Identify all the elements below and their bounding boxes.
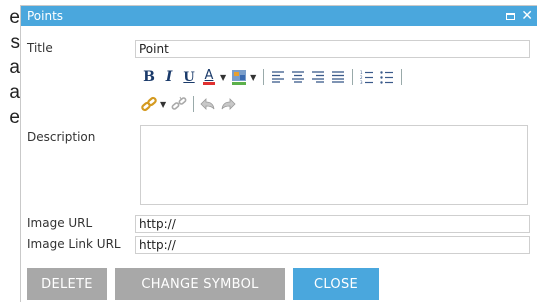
close-icon[interactable]: ✕: [521, 9, 533, 23]
justify-icon[interactable]: [330, 68, 346, 86]
underline-icon[interactable]: U: [181, 68, 197, 86]
image-url-input[interactable]: http://: [135, 215, 530, 233]
numbered-list-icon[interactable]: 123: [359, 68, 375, 86]
toolbar-divider: [401, 69, 403, 85]
redo-icon[interactable]: [220, 95, 236, 113]
points-dialog: Points ✕ Title Point B I U A ▼ ▼ 1 2 3 ▼…: [20, 5, 537, 302]
change-symbol-button[interactable]: CHANGE SYMBOL: [115, 268, 285, 300]
font-color-icon[interactable]: A: [201, 68, 217, 86]
toolbar-row-2: ▼: [141, 93, 240, 115]
font-color-swatch: [203, 81, 215, 85]
image-link-url-input[interactable]: http://: [135, 236, 530, 254]
bg-letter: a: [9, 82, 20, 103]
rich-text-toolbar: B I U A ▼ ▼ 1 2 3 ▼: [135, 64, 530, 122]
toolbar-divider: [193, 96, 195, 112]
dialog-titlebar[interactable]: Points ✕: [21, 6, 537, 26]
chevron-down-icon[interactable]: ▼: [250, 73, 256, 82]
image-url-label: Image URL: [27, 216, 93, 230]
undo-icon[interactable]: [200, 95, 216, 113]
align-left-icon[interactable]: [270, 68, 286, 86]
title-input[interactable]: Point: [135, 40, 530, 58]
title-label: Title: [27, 41, 53, 55]
toolbar-divider: [263, 69, 265, 85]
description-editor[interactable]: [140, 125, 528, 205]
bg-letter: s: [10, 32, 21, 53]
background-page-text: e s a a e: [0, 0, 20, 130]
bg-letter: e: [9, 7, 20, 28]
chevron-down-icon[interactable]: ▼: [220, 73, 226, 82]
highlight-color-icon[interactable]: [231, 68, 247, 86]
font-color-letter: A: [204, 67, 214, 83]
close-button[interactable]: CLOSE: [293, 268, 379, 300]
maximize-icon[interactable]: [506, 12, 516, 20]
delete-button[interactable]: DELETE: [27, 268, 107, 300]
description-label: Description: [27, 130, 96, 144]
bg-letter: e: [9, 107, 20, 128]
chevron-down-icon[interactable]: ▼: [160, 100, 166, 109]
link-icon[interactable]: [141, 95, 157, 113]
bold-icon[interactable]: B: [141, 68, 157, 86]
toolbar-row-1: B I U A ▼ ▼ 1 2 3: [141, 66, 408, 88]
image-link-url-label: Image Link URL: [27, 237, 121, 251]
italic-icon[interactable]: I: [161, 68, 177, 86]
bg-letter: a: [9, 57, 20, 78]
align-center-icon[interactable]: [290, 68, 306, 86]
align-right-icon[interactable]: [310, 68, 326, 86]
window-controls: ✕: [506, 9, 533, 23]
dialog-title: Points: [27, 9, 64, 23]
bulleted-list-icon[interactable]: [379, 68, 395, 86]
svg-text:3: 3: [360, 80, 363, 84]
toolbar-divider: [352, 69, 354, 85]
unlink-icon[interactable]: [171, 95, 187, 113]
